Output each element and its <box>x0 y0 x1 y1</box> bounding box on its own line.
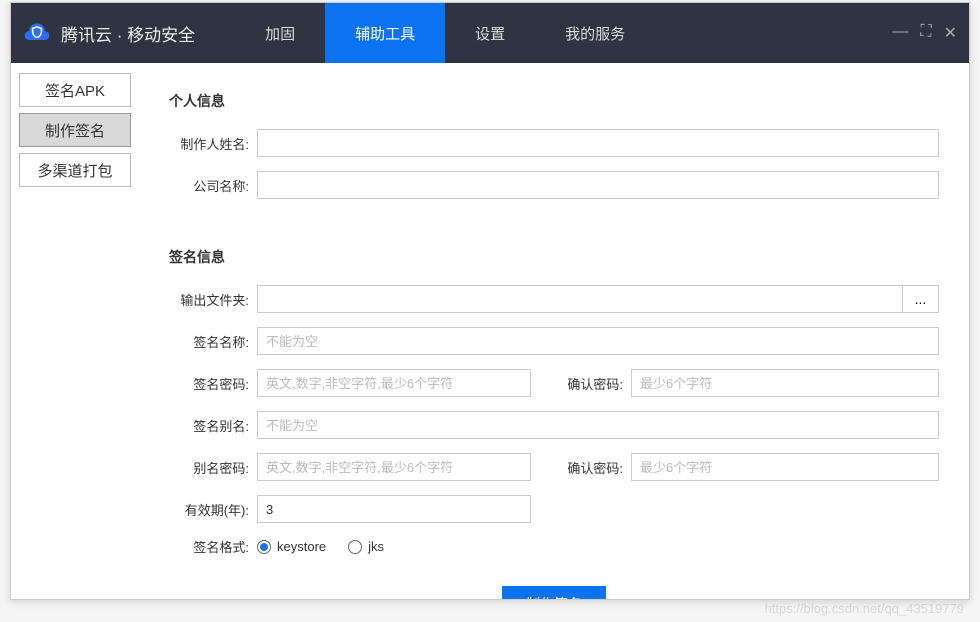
row-format: 签名格式: keystore jks <box>169 537 939 556</box>
titlebar: 腾讯云 · 移动安全 加固 辅助工具 设置 我的服务 — ⛶ ✕ <box>11 3 969 63</box>
close-icon[interactable]: ✕ <box>944 23 957 43</box>
radio-circle-icon <box>348 540 362 554</box>
top-nav: 加固 辅助工具 设置 我的服务 <box>235 3 655 63</box>
app-window: 腾讯云 · 移动安全 加固 辅助工具 设置 我的服务 — ⛶ ✕ 签名APK 制… <box>10 2 970 600</box>
outdir-label: 输出文件夹: <box>169 290 249 309</box>
row-signname: 签名名称: <box>169 327 939 355</box>
confirmpwd-label: 确认密码: <box>551 374 623 393</box>
signname-label: 签名名称: <box>169 332 249 351</box>
row-validity: 有效期(年): <box>169 495 939 523</box>
row-company: 公司名称: <box>169 171 939 199</box>
topnav-settings[interactable]: 设置 <box>445 3 535 63</box>
submit-row: 制作签名 <box>169 586 939 599</box>
section-title-personal: 个人信息 <box>169 91 939 111</box>
radio-keystore[interactable]: keystore <box>257 539 326 554</box>
logo: 腾讯云 · 移动安全 <box>23 19 195 47</box>
sidebar: 签名APK 制作签名 多渠道打包 <box>11 63 139 599</box>
app-title: 腾讯云 · 移动安全 <box>61 21 195 46</box>
aliasconfirm-input[interactable] <box>631 453 939 481</box>
section-title-signature: 签名信息 <box>169 247 939 267</box>
radio-jks[interactable]: jks <box>348 539 384 554</box>
format-label: 签名格式: <box>169 537 249 556</box>
browse-button[interactable]: ... <box>903 285 939 313</box>
aliaspwd-input[interactable] <box>257 453 531 481</box>
alias-label: 签名别名: <box>169 416 249 435</box>
row-aliaspwd: 别名密码: 确认密码: <box>169 453 939 481</box>
row-author: 制作人姓名: <box>169 129 939 157</box>
topnav-tools[interactable]: 辅助工具 <box>325 3 445 63</box>
minimize-icon[interactable]: — <box>892 23 908 43</box>
topnav-services[interactable]: 我的服务 <box>535 3 655 63</box>
confirmpwd-input[interactable] <box>631 369 939 397</box>
outdir-input[interactable] <box>257 285 903 313</box>
body: 签名APK 制作签名 多渠道打包 个人信息 制作人姓名: 公司名称: 签名信息 … <box>11 63 969 599</box>
radio-dot-icon <box>257 540 271 554</box>
sidebar-item-sign-apk[interactable]: 签名APK <box>19 73 131 107</box>
window-controls: — ⛶ ✕ <box>892 23 957 43</box>
author-label: 制作人姓名: <box>169 134 249 153</box>
sidebar-item-multichannel[interactable]: 多渠道打包 <box>19 153 131 187</box>
author-input[interactable] <box>257 129 939 157</box>
validity-label: 有效期(年): <box>169 500 249 519</box>
maximize-icon[interactable]: ⛶ <box>920 23 931 43</box>
cloud-shield-icon <box>23 19 51 47</box>
format-radio-group: keystore jks <box>257 539 384 554</box>
row-outdir: 输出文件夹: ... <box>169 285 939 313</box>
aliaspwd-label: 别名密码: <box>169 458 249 477</box>
alias-input[interactable] <box>257 411 939 439</box>
sidebar-item-make-signature[interactable]: 制作签名 <box>19 113 131 147</box>
radio-keystore-label: keystore <box>277 539 326 554</box>
aliasconfirm-label: 确认密码: <box>551 458 623 477</box>
radio-jks-label: jks <box>368 539 384 554</box>
signpwd-label: 签名密码: <box>169 374 249 393</box>
submit-button[interactable]: 制作签名 <box>502 586 606 599</box>
validity-input[interactable] <box>257 495 531 523</box>
watermark-text: https://blog.csdn.net/qq_43519779 <box>765 601 965 616</box>
signpwd-input[interactable] <box>257 369 531 397</box>
row-alias: 签名别名: <box>169 411 939 439</box>
topnav-reinforce[interactable]: 加固 <box>235 3 325 63</box>
main-content: 个人信息 制作人姓名: 公司名称: 签名信息 输出文件夹: ... 签名名称: <box>139 63 969 599</box>
signname-input[interactable] <box>257 327 939 355</box>
company-label: 公司名称: <box>169 176 249 195</box>
row-signpwd: 签名密码: 确认密码: <box>169 369 939 397</box>
company-input[interactable] <box>257 171 939 199</box>
